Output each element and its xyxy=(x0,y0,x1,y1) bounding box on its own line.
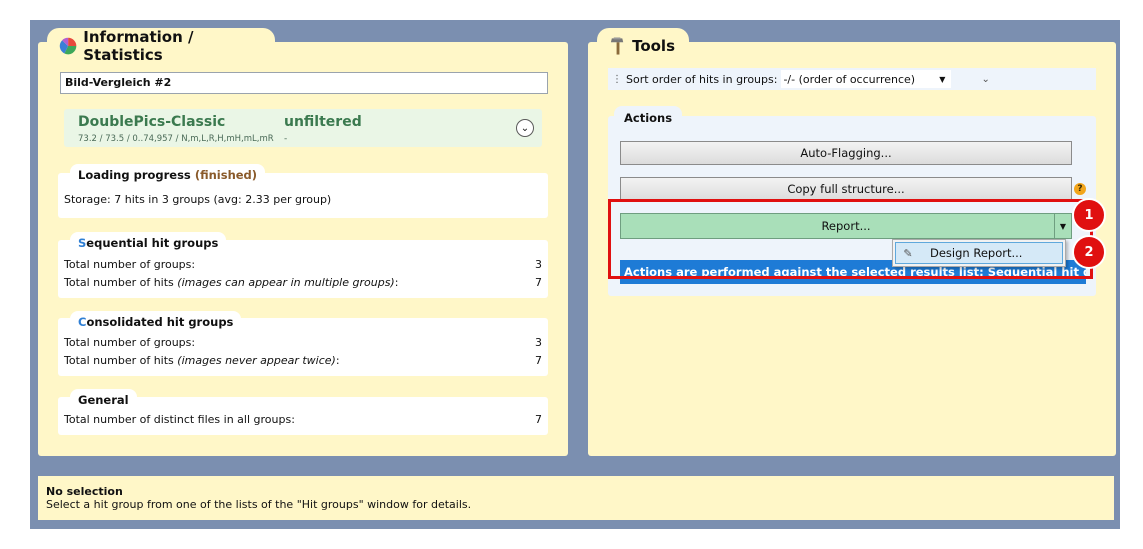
consolidated-heading: Consolidated hit groups xyxy=(70,311,242,331)
seq-hits-value: 7 xyxy=(535,276,542,289)
pie-chart-icon xyxy=(59,37,77,55)
seq-groups-label: Total number of groups: xyxy=(64,258,196,271)
cons-groups-row: Total number of groups: 3 xyxy=(64,336,542,349)
algorithm-summary: DoublePics-Classic 73.2 / 73.5 / 0..74,9… xyxy=(64,109,542,147)
general-label: Total number of distinct files in all gr… xyxy=(64,413,295,426)
storage-text: Storage: 7 hits in 3 groups (avg: 2.33 p… xyxy=(64,193,332,206)
loading-heading: Loading progress xyxy=(78,168,191,182)
tools-title: Tools xyxy=(632,37,675,55)
sort-order-select[interactable]: -/- (order of occurrence) ▼ xyxy=(781,70,952,88)
expand-chevron-icon[interactable]: ⌄ xyxy=(516,119,534,137)
consolidated-heading-text: onsolidated hit groups xyxy=(86,315,234,329)
sort-value: -/- (order of occurrence) xyxy=(783,72,916,86)
tools-tab: Tools xyxy=(597,28,689,58)
panel-title: Information / Statistics xyxy=(83,28,194,64)
cons-hits-row: Total number of hits (images never appea… xyxy=(64,354,542,367)
annotation-badge-2: 2 xyxy=(1072,235,1106,269)
cons-hits-colon: : xyxy=(335,354,340,367)
seq-groups-value: 3 xyxy=(535,258,542,271)
help-icon[interactable]: ? xyxy=(1074,183,1086,195)
algorithm-name: DoublePics-Classic xyxy=(78,114,226,130)
filter-status: unfiltered xyxy=(284,114,362,130)
dropdown-arrow-icon: ▼ xyxy=(939,74,946,84)
status-bar: No selection Select a hit group from one… xyxy=(38,476,1114,520)
cons-hits-value: 7 xyxy=(535,354,542,367)
status-message: Select a hit group from one of the lists… xyxy=(46,498,472,511)
seq-hits-row: Total number of hits (images can appear … xyxy=(64,276,542,289)
loading-status: (finished) xyxy=(194,168,258,182)
info-statistics-tab: Information / Statistics xyxy=(47,28,275,64)
algorithm-params: 73.2 / 73.5 / 0..74,957 / N,m,L,R,H,mH,m… xyxy=(78,134,274,144)
comparison-name-field[interactable]: Bild-Vergleich #2 xyxy=(60,72,548,94)
seq-hits-colon: : xyxy=(394,276,399,289)
general-value: 7 xyxy=(535,413,542,426)
cons-groups-label: Total number of groups: xyxy=(64,336,196,349)
cons-hits-note: (images never appear twice) xyxy=(177,354,336,367)
annotation-highlight-box xyxy=(608,199,1093,279)
status-title: No selection xyxy=(46,485,123,498)
general-heading: General xyxy=(70,389,137,409)
loading-progress-heading: Loading progress (finished) xyxy=(70,164,266,184)
filter-sub: - xyxy=(284,134,288,144)
seq-groups-row: Total number of groups: 3 xyxy=(64,258,542,271)
cons-groups-value: 3 xyxy=(535,336,542,349)
general-row: Total number of distinct files in all gr… xyxy=(64,413,542,426)
tools-icon xyxy=(610,37,624,55)
actions-heading: Actions xyxy=(614,106,683,127)
sequential-heading: Sequential hit groups xyxy=(70,232,227,252)
annotation-badge-1: 1 xyxy=(1072,198,1106,232)
overflow-icon[interactable]: ⌄ xyxy=(981,74,989,85)
cons-hits-label: Total number of hits xyxy=(64,354,174,367)
seq-hits-note: (images can appear in multiple groups) xyxy=(177,276,395,289)
sequential-heading-text: equential hit groups xyxy=(86,236,219,250)
storage-row: Storage: 7 hits in 3 groups (avg: 2.33 p… xyxy=(64,193,542,206)
auto-flagging-button[interactable]: Auto-Flagging... xyxy=(620,141,1072,165)
grip-icon[interactable]: ⋮ xyxy=(612,74,622,85)
copy-structure-button[interactable]: Copy full structure... xyxy=(620,177,1072,201)
sort-order-bar: ⋮ Sort order of hits in groups: -/- (ord… xyxy=(608,68,1096,90)
seq-hits-label: Total number of hits xyxy=(64,276,174,289)
sort-label: Sort order of hits in groups: xyxy=(626,72,778,86)
